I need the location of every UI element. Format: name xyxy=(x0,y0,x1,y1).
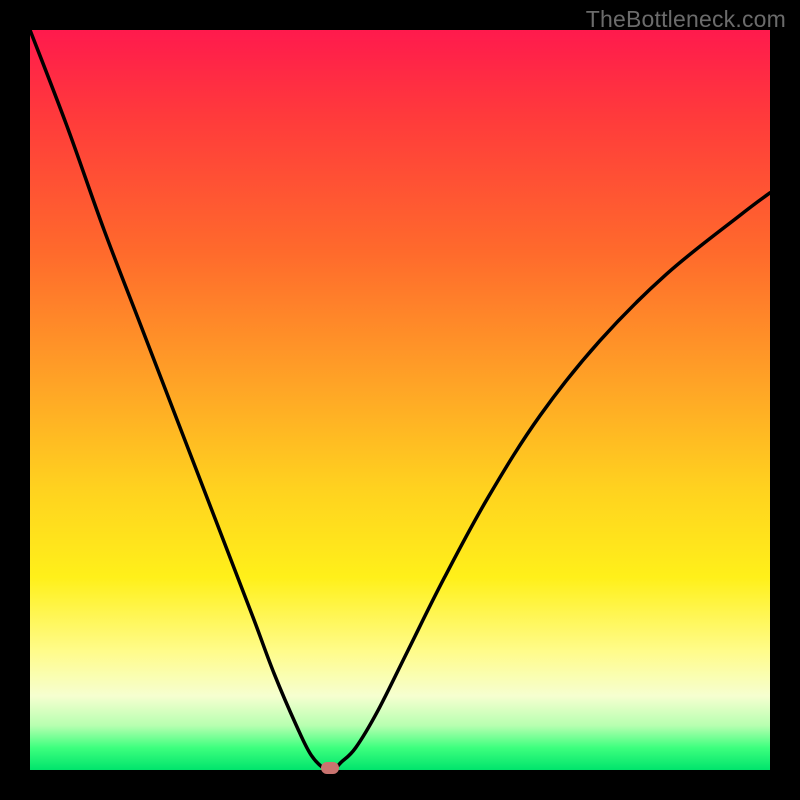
chart-frame: TheBottleneck.com xyxy=(0,0,800,800)
watermark-text: TheBottleneck.com xyxy=(586,6,786,33)
optimum-marker xyxy=(321,762,339,774)
bottleneck-curve xyxy=(30,30,770,770)
plot-area xyxy=(30,30,770,770)
